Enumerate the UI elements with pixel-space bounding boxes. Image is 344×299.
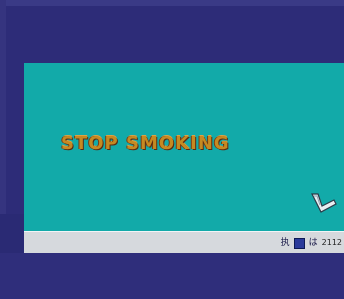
screenshot-frame: STOP SMOKING 执 は 2112	[0, 0, 344, 299]
shortcut-arrow-icon[interactable]	[306, 190, 340, 220]
stop-smoking-banner: STOP SMOKING	[61, 133, 230, 154]
inset-panel	[0, 214, 24, 254]
tray-ime-indicator[interactable]: は	[309, 238, 318, 248]
taskbar: 执 は 2112	[24, 231, 344, 254]
taskbar-clock[interactable]: 2112	[322, 239, 342, 247]
bottom-border	[0, 253, 344, 299]
network-icon[interactable]	[293, 237, 305, 249]
shortcut-arrow-glyph	[311, 193, 337, 213]
tray-input-indicator[interactable]: 执	[281, 238, 290, 248]
desktop-area[interactable]: STOP SMOKING	[24, 63, 344, 231]
system-tray: 执 は 2112	[281, 234, 344, 252]
top-border	[0, 0, 344, 6]
